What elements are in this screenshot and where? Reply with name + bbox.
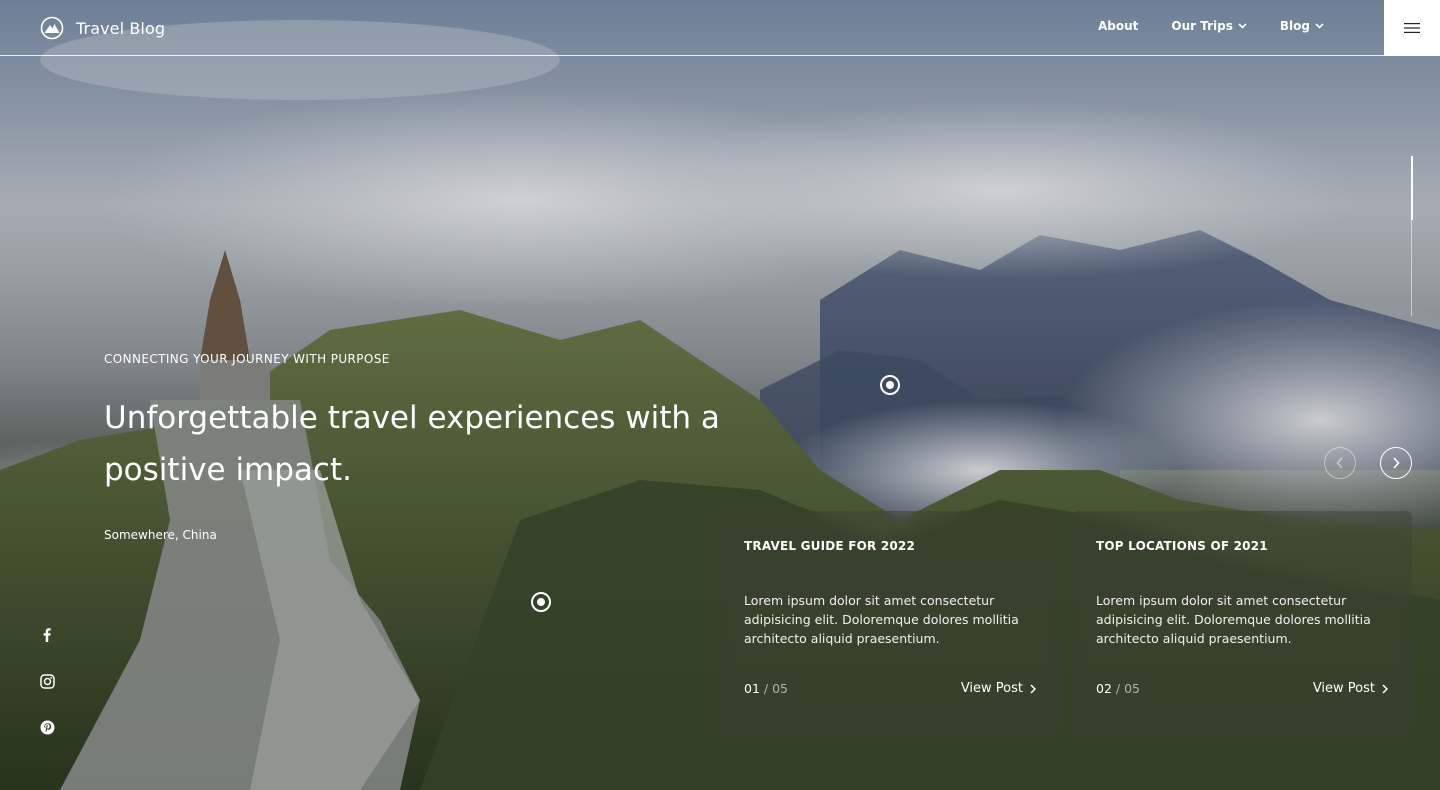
- site-header: Travel Blog About Our Trips Blog: [0, 0, 1440, 56]
- main-nav: About Our Trips Blog: [1098, 19, 1324, 33]
- card-title: TOP LOCATIONS OF 2021: [1096, 539, 1268, 553]
- slider-prev-button[interactable]: [1324, 447, 1356, 479]
- post-card[interactable]: TRAVEL GUIDE FOR 2022 Lorem ipsum dolor …: [720, 511, 1060, 734]
- slide-total: / 05: [1115, 681, 1140, 696]
- slide-counter: 01 / 05: [744, 681, 788, 696]
- chevron-right-icon: [1382, 683, 1388, 694]
- chevron-right-icon: [1393, 457, 1400, 469]
- card-title: TRAVEL GUIDE FOR 2022: [744, 539, 916, 553]
- nav-item-label: Blog: [1279, 19, 1310, 33]
- map-hotspot[interactable]: [880, 375, 900, 395]
- brand-name: Travel Blog: [76, 18, 166, 38]
- view-post-label: View Post: [1312, 681, 1375, 696]
- card-excerpt: Lorem ipsum dolor sit amet consectetur a…: [744, 593, 1019, 646]
- chevron-down-icon: [1238, 23, 1247, 29]
- card-footer: 02 / 05 View Post: [1096, 681, 1388, 696]
- view-post-label: View Post: [960, 681, 1023, 696]
- slide-index: 01: [744, 681, 760, 696]
- hero-headline: Unforgettable travel experiences with a …: [104, 400, 720, 488]
- chevron-left-icon: [1336, 457, 1343, 469]
- hero-location: Somewhere, China: [104, 528, 217, 542]
- slide-index: 02: [1096, 681, 1112, 696]
- facebook-icon: [43, 628, 51, 642]
- card-footer: 01 / 05 View Post: [744, 681, 1036, 696]
- map-hotspot[interactable]: [531, 592, 551, 612]
- nav-item-our-trips[interactable]: Our Trips: [1171, 19, 1247, 33]
- mountain-logo-icon: [40, 16, 64, 40]
- chevron-down-icon: [1315, 23, 1324, 29]
- nav-item-label: About: [1098, 19, 1139, 33]
- brand-link[interactable]: Travel Blog: [40, 16, 165, 40]
- nav-item-about[interactable]: About: [1098, 19, 1138, 33]
- chevron-right-icon: [1030, 683, 1036, 694]
- menu-button[interactable]: [1384, 0, 1440, 56]
- instagram-icon: [39, 673, 55, 689]
- slider-next-button[interactable]: [1380, 447, 1412, 479]
- nav-item-label: Our Trips: [1171, 19, 1233, 33]
- hero-eyebrow: CONNECTING YOUR JOURNEY WITH PURPOSE: [104, 352, 390, 366]
- vertical-progress-thumb: [1411, 156, 1413, 220]
- slide-total: / 05: [763, 681, 788, 696]
- hamburger-icon: [1404, 23, 1420, 33]
- instagram-link[interactable]: [38, 672, 56, 690]
- nav-item-blog[interactable]: Blog: [1280, 19, 1324, 33]
- slide-counter: 02 / 05: [1096, 681, 1140, 696]
- view-post-link[interactable]: View Post: [961, 681, 1036, 696]
- post-card[interactable]: TOP LOCATIONS OF 2021 Lorem ipsum dolor …: [1072, 511, 1412, 734]
- card-excerpt: Lorem ipsum dolor sit amet consectetur a…: [1096, 593, 1371, 646]
- pinterest-link[interactable]: [38, 718, 56, 736]
- facebook-link[interactable]: [38, 626, 56, 644]
- view-post-link[interactable]: View Post: [1313, 681, 1388, 696]
- pinterest-icon: [40, 720, 54, 734]
